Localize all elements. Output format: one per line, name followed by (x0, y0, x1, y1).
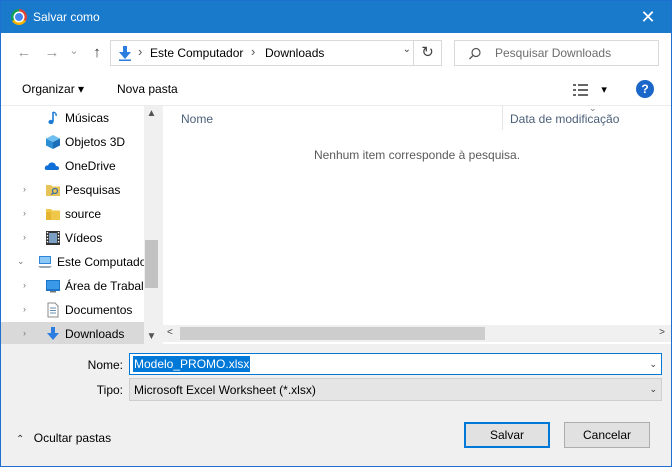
file-type-select[interactable]: Microsoft Excel Worksheet (*.xlsx) ⌄ (129, 378, 662, 401)
scrollbar-thumb[interactable] (145, 240, 158, 288)
sidebar-item-onedrive[interactable]: OneDrive (1, 154, 144, 178)
search-folder-icon (46, 185, 60, 196)
scrollbar-thumb[interactable] (180, 327, 485, 340)
sidebar-item-musicas[interactable]: Músicas (1, 106, 144, 130)
sidebar-item-label: Pesquisas (65, 183, 121, 197)
sidebar-item-pesquisas[interactable]: › Pesquisas (1, 178, 144, 202)
download-icon (47, 327, 59, 340)
sidebar-item-downloads[interactable]: › Downloads (1, 322, 144, 344)
expand-chevron-icon[interactable]: › (23, 328, 26, 338)
sidebar-item-label: Vídeos (65, 231, 103, 245)
sidebar-item-source[interactable]: › source (1, 202, 144, 226)
empty-results-message: Nenhum item corresponde à pesquisa. (313, 148, 521, 162)
save-as-dialog: Salvar como ✕ ← → ⌄ ↑ › Este Computador … (0, 0, 672, 467)
sidebar-item-label: Músicas (65, 111, 110, 125)
file-name-dropdown-chevron-icon[interactable]: ⌄ (649, 359, 657, 370)
scroll-left-arrow-icon[interactable]: < (167, 327, 173, 338)
music-note-icon (48, 111, 57, 125)
breadcrumb-separator[interactable]: › (251, 44, 255, 59)
file-name-value: Modelo_PROMO.xlsx (133, 356, 251, 372)
breadcrumb-este-computador[interactable]: Este Computador (150, 46, 243, 60)
file-type-dropdown-chevron-icon: ⌄ (649, 384, 657, 394)
computer-icon (38, 256, 52, 268)
sidebar-item-label: Objetos 3D (65, 135, 126, 149)
sidebar-item-label: Área de Trabalh (65, 279, 151, 293)
breadcrumb-separator: › (138, 44, 143, 59)
chevron-up-icon: ⌃ (16, 434, 25, 445)
expand-chevron-icon[interactable]: › (23, 208, 26, 218)
expand-chevron-icon[interactable]: › (23, 304, 26, 314)
hide-folders-label: Ocultar pastas (33, 431, 112, 445)
new-folder-button[interactable]: Nova pasta (117, 82, 178, 96)
expand-chevron-icon[interactable]: › (23, 232, 26, 242)
refresh-icon[interactable]: ↻ (413, 41, 441, 65)
expand-chevron-icon[interactable]: › (23, 280, 26, 290)
save-button[interactable]: Salvar (464, 422, 550, 448)
command-toolbar: Organizar ▾ Nova pasta ▾ ? (1, 73, 671, 106)
folder-icon (46, 209, 60, 220)
cancel-button[interactable]: Cancelar (564, 422, 650, 448)
file-name-input[interactable]: Modelo_PROMO.xlsx ⌄ (129, 353, 662, 375)
address-bar[interactable]: › Este Computador › Downloads ⌄ ↻ (110, 40, 442, 66)
film-icon (46, 231, 60, 245)
cloud-icon (44, 162, 60, 170)
search-input[interactable]: Pesquisar Downloads (454, 40, 659, 66)
up-arrow-icon[interactable]: ↑ (88, 44, 106, 62)
scroll-right-arrow-icon[interactable]: > (659, 327, 665, 338)
close-button[interactable]: ✕ (625, 1, 671, 33)
change-view-button[interactable]: ▾ (572, 82, 607, 97)
sidebar-item-videos[interactable]: › Vídeos (1, 226, 144, 250)
sidebar-item-label: Documentos (65, 303, 133, 317)
back-arrow-icon[interactable]: ← (15, 44, 33, 62)
address-history-chevron-icon[interactable]: ⌄ (403, 44, 411, 55)
expand-chevron-icon[interactable]: › (23, 184, 26, 194)
file-list[interactable]: Nome ⌄ Data de modificação Nenhum item c… (163, 103, 671, 344)
forward-arrow-icon[interactable]: → (43, 44, 61, 62)
details-view-icon (573, 83, 588, 96)
cube-3d-icon (46, 135, 60, 149)
sidebar-item-este-computador[interactable]: ⌄ Este Computado (1, 250, 147, 274)
sidebar-item-area-de-trabalho[interactable]: › Área de Trabalh (1, 274, 150, 298)
document-icon (47, 302, 59, 318)
sidebar-item-label: Este Computado (57, 255, 147, 269)
sidebar-item-objetos-3d[interactable]: Objetos 3D (1, 130, 144, 154)
scroll-down-arrow-icon[interactable]: ▼ (144, 331, 159, 342)
search-icon (469, 47, 481, 60)
collapse-chevron-icon[interactable]: ⌄ (17, 256, 25, 267)
column-header-data-de-modificacao[interactable]: Data de modificação (510, 112, 619, 126)
search-placeholder: Pesquisar Downloads (495, 46, 612, 60)
column-header-nome[interactable]: Nome (181, 112, 213, 126)
sidebar-item-label: Downloads (65, 327, 125, 341)
chrome-icon (11, 9, 27, 25)
file-name-label: Nome: (87, 358, 123, 372)
recent-locations-chevron-icon[interactable]: ⌄ (65, 42, 83, 60)
navigation-bar: ← → ⌄ ↑ › Este Computador › Downloads ⌄ … (1, 33, 671, 73)
desktop-icon (46, 280, 60, 293)
file-type-label: Tipo: (96, 383, 123, 397)
window-title: Salvar como (33, 10, 100, 24)
column-divider[interactable] (502, 106, 503, 130)
scroll-up-arrow-icon[interactable]: ▲ (144, 108, 159, 119)
change-view-chevron-icon: ▾ (601, 84, 607, 96)
breadcrumb-downloads[interactable]: Downloads (265, 46, 324, 60)
navigation-pane[interactable]: Músicas Objetos 3D OneDrive › Pesquisas … (1, 106, 159, 344)
file-list-horizontal-scrollbar[interactable]: < > (163, 325, 671, 342)
sidebar-item-label: source (65, 207, 102, 221)
download-location-icon (119, 46, 131, 61)
sidebar-item-documentos[interactable]: › Documentos (1, 298, 144, 322)
sidebar-vertical-scrollbar[interactable]: ▲ ▼ (144, 106, 159, 344)
title-bar: Salvar como ✕ (1, 1, 671, 33)
hide-folders-toggle[interactable]: ⌃ Ocultar pastas (16, 431, 111, 445)
file-type-value: Microsoft Excel Worksheet (*.xlsx) (134, 383, 316, 397)
sidebar-item-label: OneDrive (65, 159, 116, 173)
organize-menu-button[interactable]: Organizar ▾ (22, 82, 84, 96)
help-icon[interactable]: ? (636, 80, 654, 98)
